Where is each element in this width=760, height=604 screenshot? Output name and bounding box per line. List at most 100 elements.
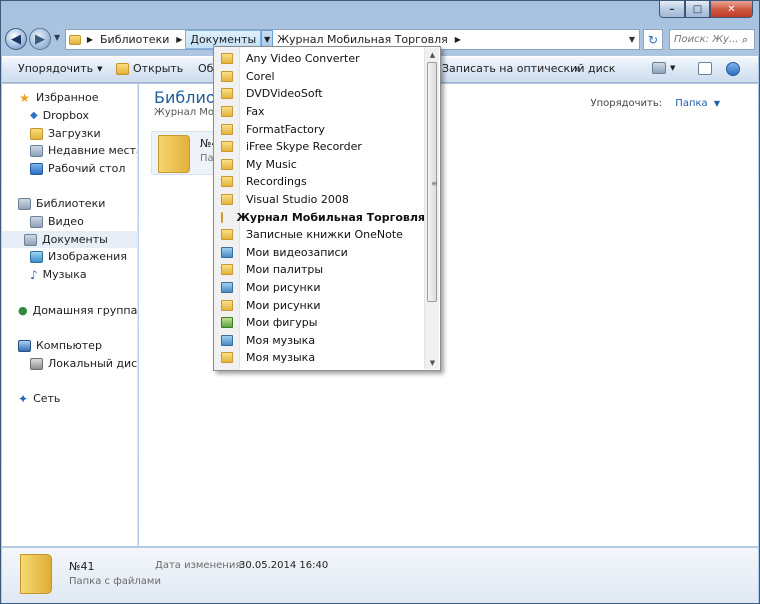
star-icon: ★ [19, 90, 30, 105]
view-options-button[interactable]: ▼ [652, 62, 675, 74]
sidebar-item-recent[interactable]: Недавние места [30, 142, 138, 159]
sidebar-item-video[interactable]: Видео [30, 213, 84, 230]
sidebar-item-favorites[interactable]: ★ Избранное [18, 89, 98, 106]
organize-button[interactable]: Упорядочить ▼ [18, 62, 103, 75]
sidebar-item-dropbox[interactable]: ◆ Dropbox [30, 107, 89, 124]
forward-button[interactable]: ▶ [29, 28, 51, 50]
dropdown-item-label: Мои рисунки [246, 281, 321, 295]
maximize-button[interactable]: □ [685, 1, 710, 18]
help-icon [726, 62, 740, 76]
breadcrumb-libraries[interactable]: Библиотеки [96, 30, 173, 49]
dropdown-item[interactable]: Visual Studio 2008 [214, 191, 425, 209]
folder-icon [221, 123, 233, 135]
scroll-down-button[interactable]: ▼ [425, 356, 440, 369]
dropdown-item[interactable]: Моя музыка [214, 349, 425, 367]
sidebar-item-downloads[interactable]: Загрузки [30, 125, 101, 142]
sidebar-item-label: Рабочий стол [48, 162, 126, 175]
dropdown-item-label: Visual Studio 2008 [246, 193, 349, 207]
scrollbar-thumb[interactable]: ≡ [427, 62, 438, 302]
folder-music-icon [221, 334, 233, 346]
dropdown-item-label: Recordings [246, 175, 307, 189]
dropdown-item[interactable]: Any Video Converter [214, 50, 425, 68]
breadcrumb-chevron[interactable]: ▶ [173, 30, 185, 49]
sidebar-item-images[interactable]: Изображения [30, 248, 127, 265]
breadcrumb-chevron[interactable]: ▶ [452, 30, 464, 49]
burn-button[interactable]: Записать на оптический диск [442, 62, 615, 75]
libraries-icon [18, 197, 31, 210]
sidebar-item-label: Недавние места [48, 144, 138, 157]
dropdown-item[interactable]: Мои рисунки [214, 279, 425, 297]
details-date-value: 30.05.2014 16:40 [239, 560, 329, 571]
chevron-down-icon[interactable]: ▼ [714, 99, 720, 108]
more-commands-button[interactable]: » [574, 62, 581, 75]
dropdown-item-label: FormatFactory [246, 122, 325, 136]
music-note-icon: ♪ [30, 267, 38, 282]
preview-pane-button[interactable] [698, 62, 712, 75]
sidebar-item-computer[interactable]: Компьютер [18, 337, 102, 354]
dropdown-scrollbar[interactable]: ▲ ≡ ▼ [424, 48, 439, 369]
share-label: Об [198, 62, 214, 75]
folder-icon [221, 229, 233, 241]
share-button[interactable]: Об [198, 62, 213, 75]
scroll-up-button[interactable]: ▲ [425, 48, 440, 61]
sidebar-item-label: Сеть [33, 392, 61, 405]
details-date-label: Дата изменения: [155, 560, 245, 571]
search-icon[interactable]: ⌕ [742, 33, 748, 47]
search-input[interactable] [674, 34, 742, 45]
sidebar-item-local-disk[interactable]: Локальный диск (C [30, 355, 137, 372]
dropdown-item[interactable]: DVDVideoSoft [214, 85, 425, 103]
network-icon: ✦ [18, 391, 29, 406]
details-type: Папка с файлами [69, 576, 161, 587]
address-root-chevron[interactable]: ▶ [84, 30, 96, 49]
folder-shapes-icon [221, 317, 233, 329]
sidebar-item-music[interactable]: ♪ Музыка [30, 266, 87, 283]
sidebar-item-label: Видео [48, 215, 84, 228]
dropdown-item[interactable]: FormatFactory [214, 120, 425, 138]
video-library-icon [30, 215, 43, 228]
dropdown-item[interactable]: Журнал Мобильная Торговля [214, 208, 425, 226]
dropdown-item[interactable]: Recordings [214, 173, 425, 191]
pictures-library-icon [30, 250, 43, 263]
dropdown-item-label: Corel [246, 69, 275, 83]
folder-icon [221, 53, 233, 65]
dropdown-item[interactable]: Мои видеозаписи [214, 244, 425, 262]
dropdown-item-label: Any Video Converter [246, 52, 360, 66]
help-button[interactable] [726, 62, 740, 76]
dropdown-item[interactable]: My Music [214, 156, 425, 174]
address-history-dropdown[interactable]: ▼ [629, 35, 635, 44]
dropdown-item-label: Записные книжки OneNote [246, 228, 403, 242]
downloads-folder-icon [30, 127, 43, 140]
close-button[interactable]: ✕ [710, 1, 753, 18]
dropdown-item[interactable]: Fax [214, 103, 425, 121]
dropdown-item[interactable]: iFree Skype Recorder [214, 138, 425, 156]
sidebar-item-documents[interactable]: Документы [2, 231, 137, 248]
sidebar-item-homegroup[interactable]: ● Домашняя группа [18, 302, 137, 319]
dropdown-item-label: Моя музыка [246, 351, 316, 365]
folder-icon [20, 554, 52, 594]
open-button[interactable]: Открыть [116, 62, 183, 75]
arrange-value-button[interactable]: Папка [675, 98, 707, 109]
dropdown-item[interactable]: Моя музыка [214, 332, 425, 350]
folder-icon [221, 70, 233, 82]
sidebar-item-network[interactable]: ✦ Сеть [18, 390, 60, 407]
computer-icon [18, 339, 31, 352]
dropdown-item[interactable]: Мои фигуры [214, 314, 425, 332]
folder-icon [158, 135, 190, 173]
folder-icon [221, 106, 233, 118]
refresh-button[interactable]: ↻ [643, 29, 663, 50]
recent-pages-dropdown[interactable]: ▼ [54, 33, 60, 42]
library-subtitle: Журнал Моб [154, 107, 221, 118]
dropdown-item-label: Мои фигуры [246, 316, 318, 330]
dropdown-item[interactable]: Записные книжки OneNote [214, 226, 425, 244]
search-box[interactable]: ⌕ [669, 29, 755, 50]
sidebar-item-libraries[interactable]: Библиотеки [18, 195, 105, 212]
dropdown-item[interactable]: Мои рисунки [214, 296, 425, 314]
back-button[interactable]: ◀ [5, 28, 27, 50]
preview-pane-icon [698, 62, 712, 75]
dropdown-item[interactable]: Мои палитры [214, 261, 425, 279]
sidebar-item-desktop[interactable]: Рабочий стол [30, 160, 125, 177]
caption-buttons: – □ ✕ [659, 1, 753, 18]
sidebar-item-label: Домашняя группа [32, 304, 138, 317]
minimize-button[interactable]: – [659, 1, 685, 18]
dropdown-item[interactable]: Corel [214, 68, 425, 86]
